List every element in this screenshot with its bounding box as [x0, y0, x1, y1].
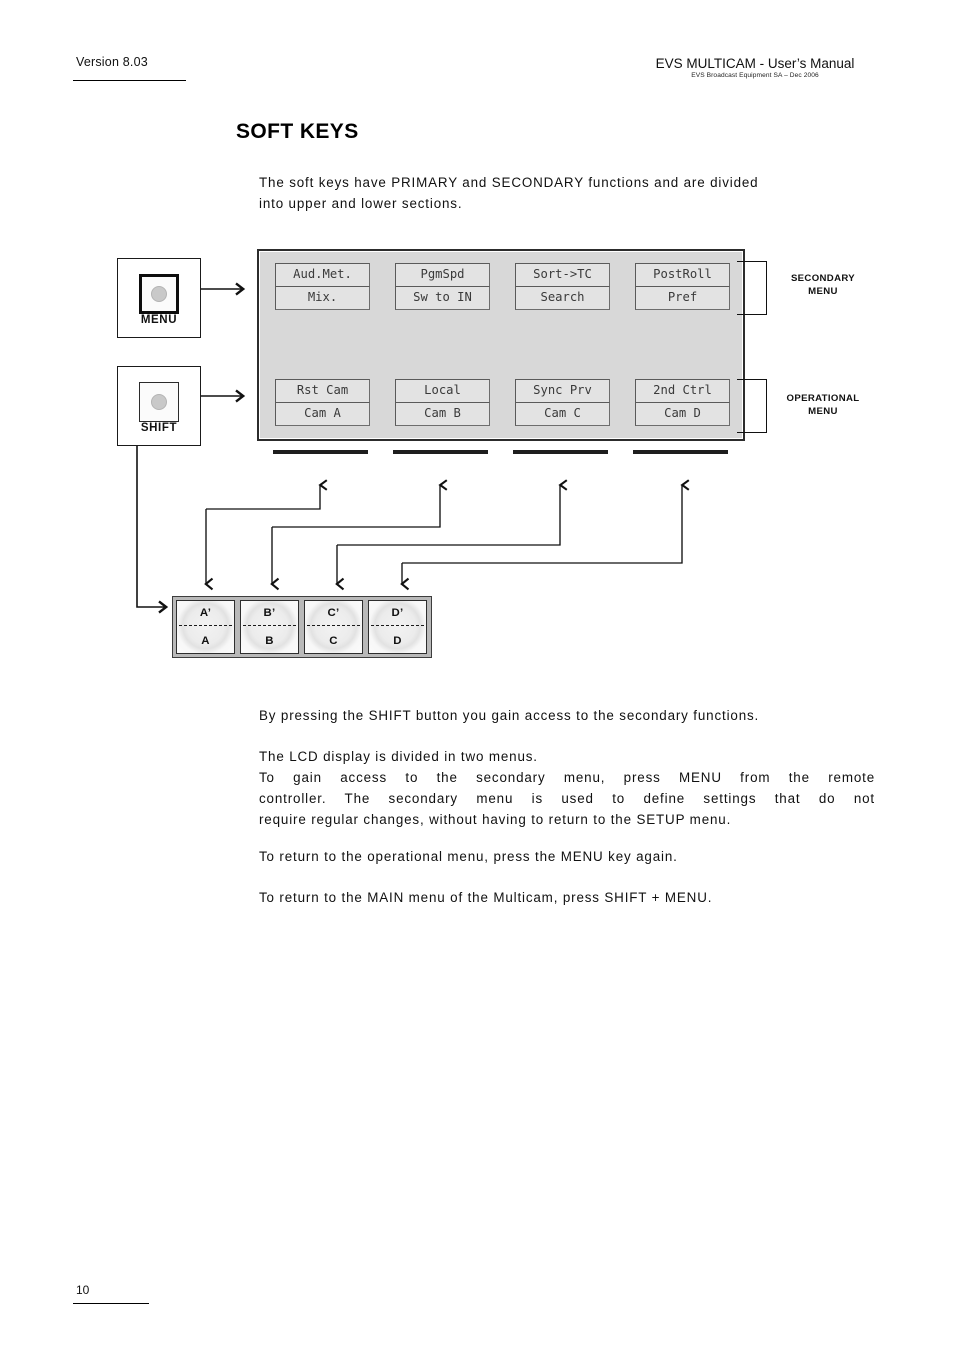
body-paragraph-2-line-2: To gain access to the secondary menu, pr… — [259, 770, 875, 785]
wire-shift-to-softkeys — [136, 446, 169, 614]
soft-key-c[interactable]: C’ C — [304, 600, 363, 654]
wire-softkey-a-elbow — [206, 479, 328, 510]
soft-key-a-primary-label: A — [201, 635, 210, 647]
soft-key-a[interactable]: A’ A — [176, 600, 235, 654]
document-page: Version 8.03 EVS MULTICAM - User’s Manua… — [0, 0, 954, 1350]
soft-key-c-secondary-label: C’ — [327, 607, 340, 619]
body-paragraph-4-line: To return to the MAIN menu of the Multic… — [259, 890, 713, 905]
page-number: 10 — [76, 1283, 90, 1297]
soft-key-divider — [179, 625, 232, 626]
body-paragraph-3-line: To return to the operational menu, press… — [259, 849, 678, 864]
wire-softkey-d-elbow — [402, 479, 690, 564]
soft-key-d[interactable]: D’ D — [368, 600, 427, 654]
soft-key-a-secondary-label: A’ — [199, 607, 212, 619]
body-paragraph-2-line-1: The LCD display is divided in two menus. — [259, 749, 538, 764]
body-paragraph-2-line-4: require regular changes, without having … — [259, 812, 732, 827]
body-paragraph-4: To return to the MAIN menu of the Multic… — [259, 887, 875, 908]
body-paragraph-2-justified: To gain access to the secondary menu, pr… — [259, 767, 875, 830]
page-number-rule — [73, 1303, 149, 1304]
soft-key-divider — [243, 625, 296, 626]
soft-key-d-secondary-label: D’ — [391, 607, 404, 619]
diagram-connectors — [136, 282, 690, 614]
soft-key-divider — [371, 625, 424, 626]
soft-key-b-primary-label: B — [265, 635, 274, 647]
soft-key-b-secondary-label: B’ — [263, 607, 276, 619]
soft-key-block: A’ A B’ B C’ C D’ D — [172, 596, 432, 658]
wire-softkey-b-elbow — [272, 479, 448, 528]
soft-key-divider — [307, 625, 360, 626]
body-paragraph-1: By pressing the SHIFT button you gain ac… — [259, 705, 875, 726]
body-paragraph-1-line: By pressing the SHIFT button you gain ac… — [259, 708, 760, 723]
body-paragraph-2: The LCD display is divided in two menus. — [259, 746, 875, 767]
soft-key-b[interactable]: B’ B — [240, 600, 299, 654]
soft-key-d-primary-label: D — [393, 635, 402, 647]
body-paragraph-3: To return to the operational menu, press… — [259, 846, 875, 867]
wire-softkey-c-elbow — [337, 479, 568, 546]
soft-key-c-primary-label: C — [329, 635, 338, 647]
body-paragraph-2-line-3: controller. The secondary menu is used t… — [259, 791, 875, 806]
